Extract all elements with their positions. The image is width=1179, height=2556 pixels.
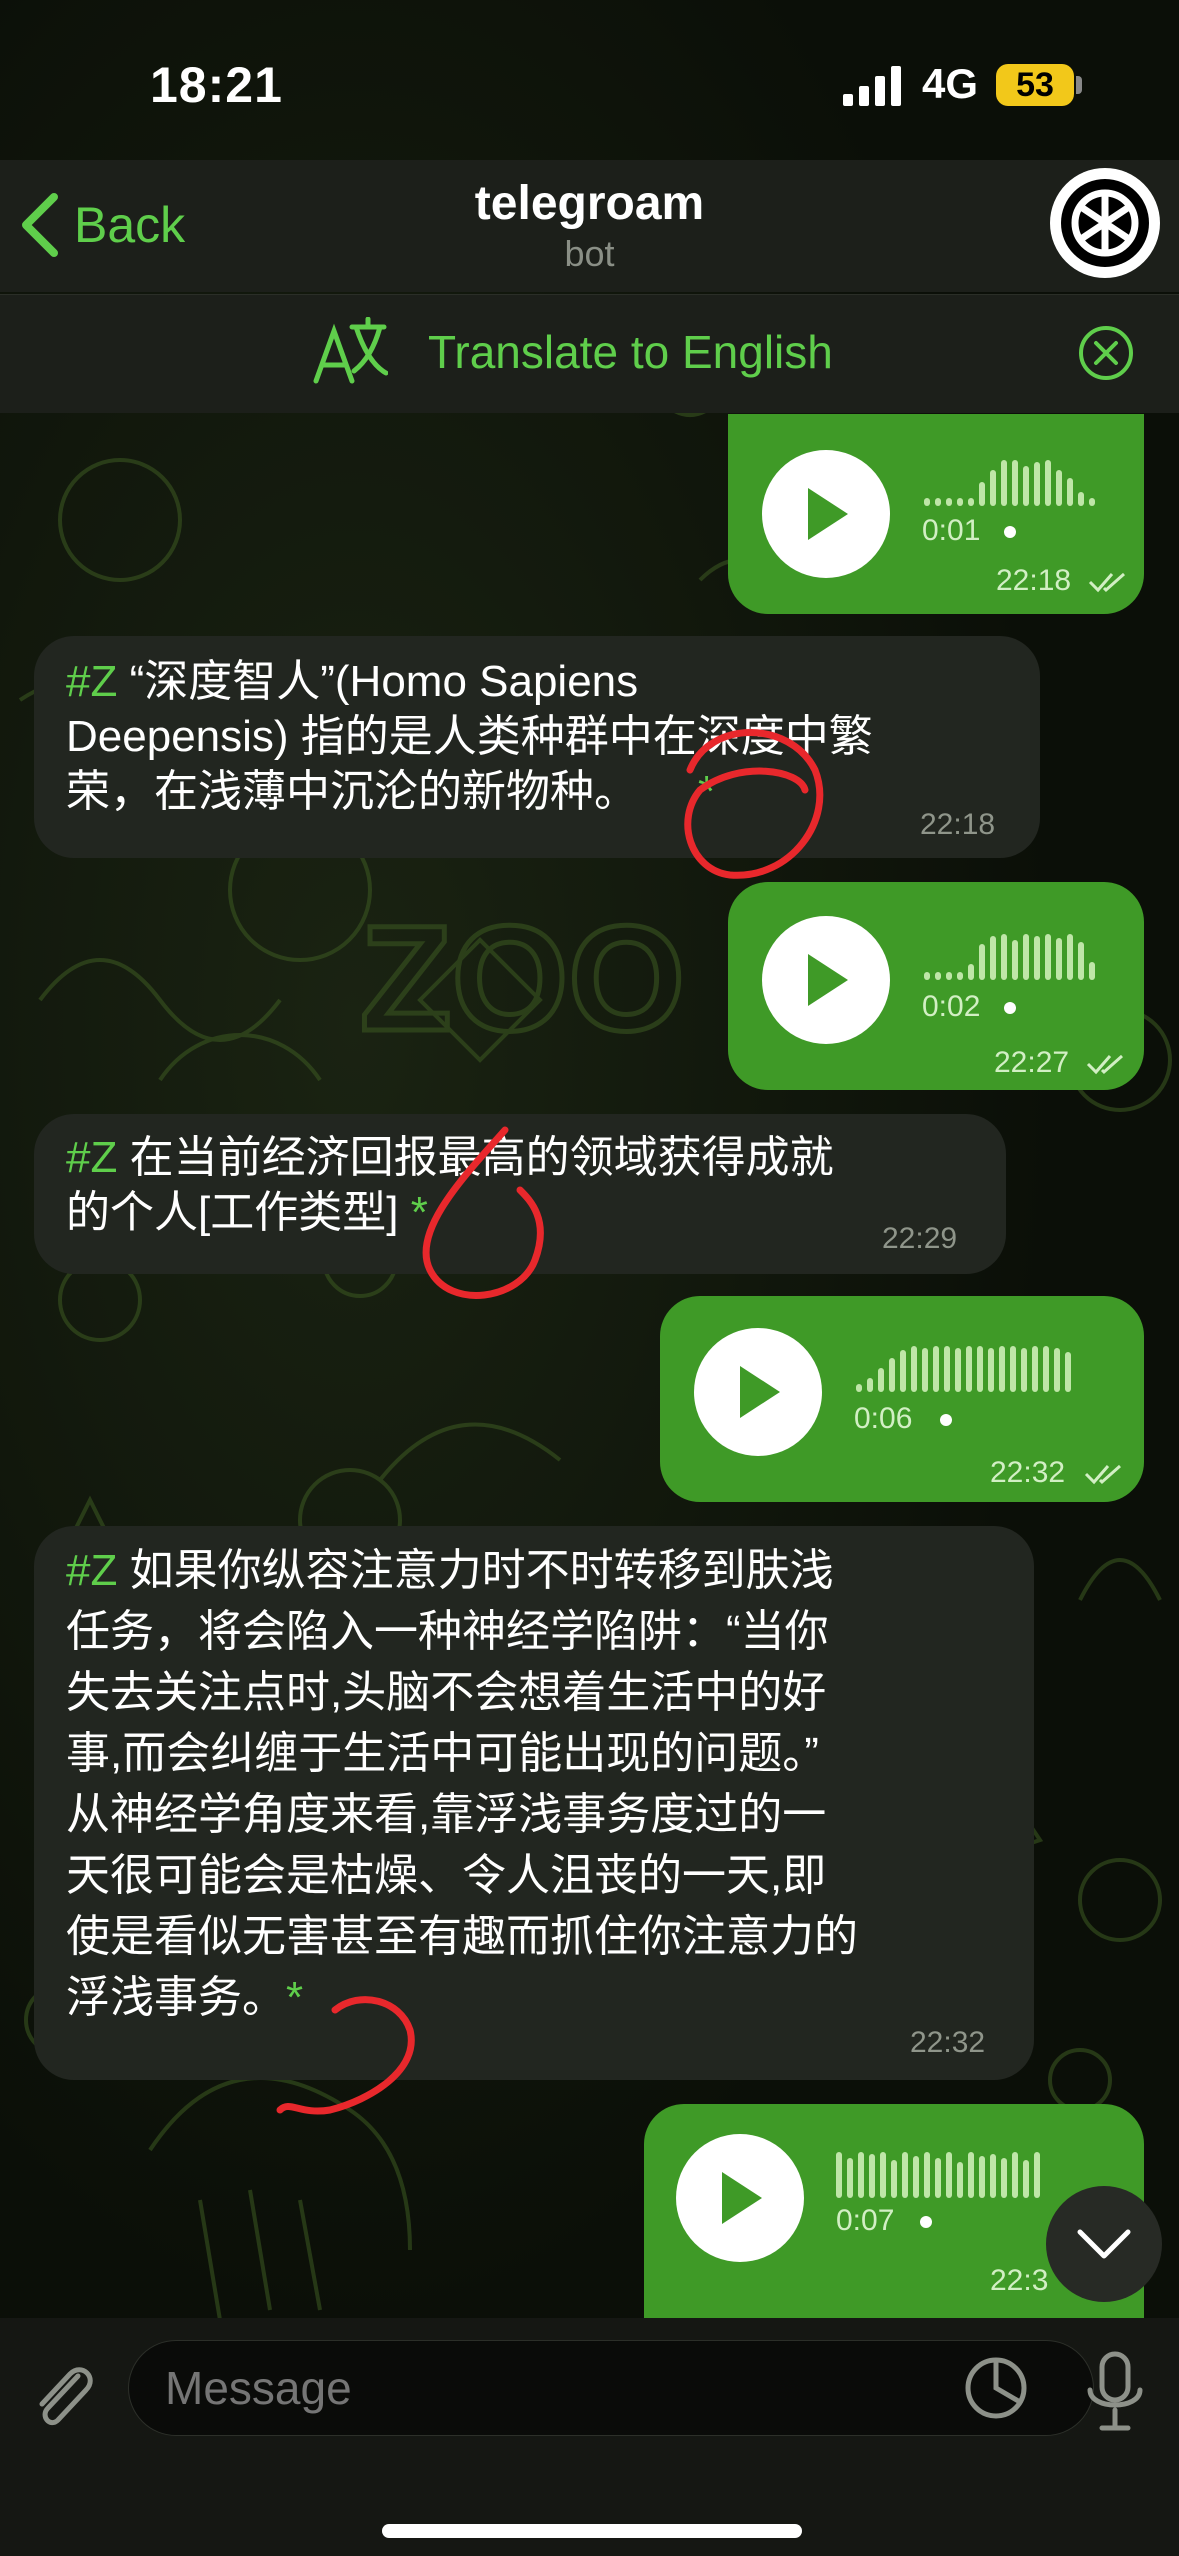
message-input[interactable] [128,2340,1094,2436]
paperclip-icon[interactable] [28,2356,98,2436]
scroll-down-button[interactable] [1046,2186,1162,2302]
red-annotation-circles [276,729,824,2115]
home-indicator [382,2524,802,2538]
microphone-icon[interactable] [1080,2350,1150,2434]
chevron-down-icon [1077,2229,1131,2259]
sticker-icon[interactable] [962,2354,1030,2422]
message-input-bar [0,2318,1179,2556]
